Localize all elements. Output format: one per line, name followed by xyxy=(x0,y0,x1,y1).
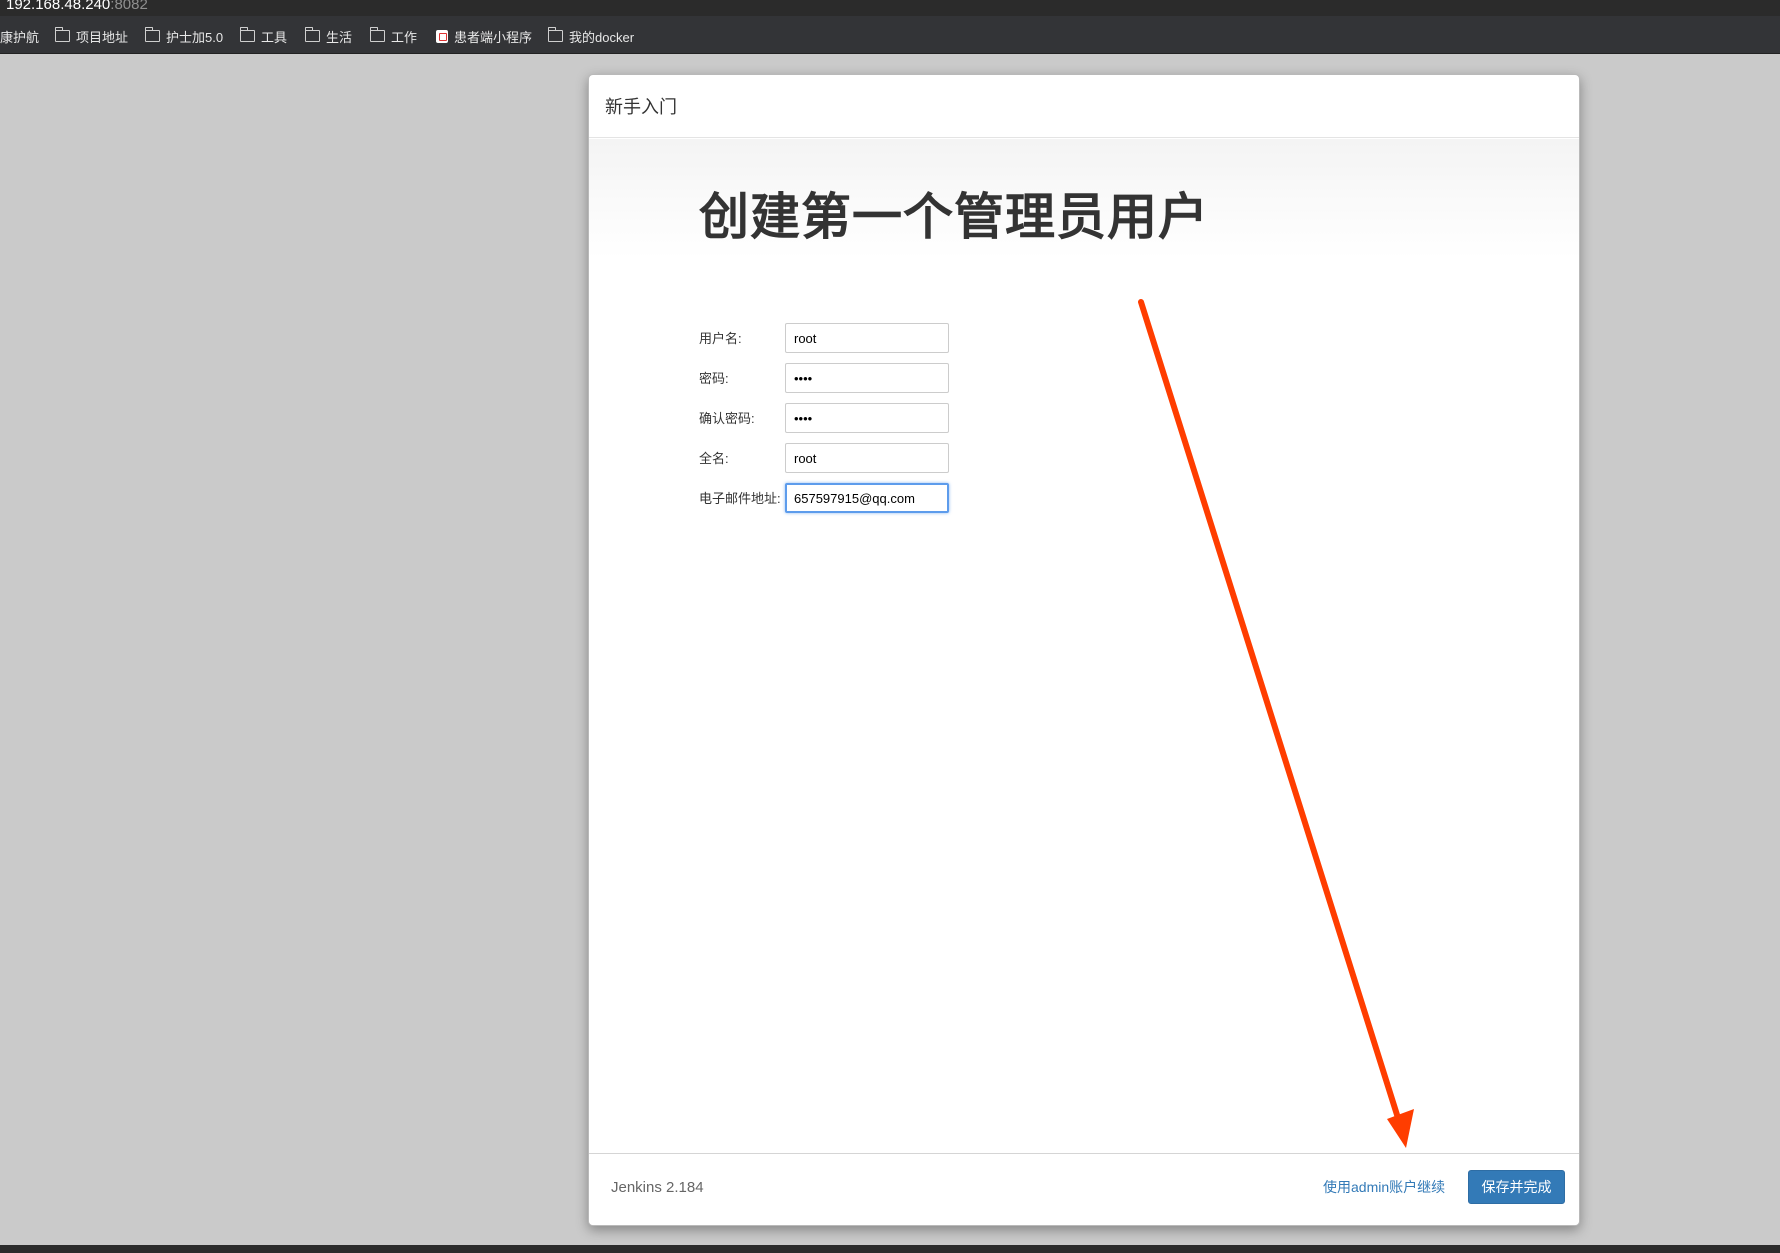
folder-icon xyxy=(144,27,160,42)
bookmark-item[interactable]: 项目地址 xyxy=(54,26,129,46)
password-row: 密码: xyxy=(699,363,1099,393)
page-title: 创建第一个管理员用户 xyxy=(699,189,1209,245)
password-label: 密码: xyxy=(699,371,729,386)
bookmark-label: 项目地址 xyxy=(76,29,129,45)
bookmark-label: 护士加5.0 xyxy=(166,29,224,45)
address-bar[interactable]: 192.168.48.240:8082 xyxy=(0,0,1780,16)
bookmarks-bar: 康护航 项目地址 护士加5.0 工具 生活 工作 患者端小程序 我的docker xyxy=(0,16,1780,54)
folder-icon xyxy=(369,27,385,42)
fullname-label: 全名: xyxy=(699,451,729,466)
bookmark-item[interactable]: 患者端小程序 xyxy=(436,26,532,46)
setup-wizard-dialog: 新手入门 创建第一个管理员用户 用户名: 密码: 确认密码: 全名: 电子邮件地… xyxy=(588,74,1580,1226)
dialog-footer: Jenkins 2.184 使用admin账户继续 保存并完成 xyxy=(589,1155,1579,1225)
taskbar-edge xyxy=(0,1245,1780,1253)
username-row: 用户名: xyxy=(699,323,1099,353)
folder-icon xyxy=(54,27,70,42)
fullname-row: 全名: xyxy=(699,443,1099,473)
bookmark-label: 工作 xyxy=(391,29,418,45)
username-label: 用户名: xyxy=(699,331,742,346)
folder-icon xyxy=(304,27,320,42)
page-icon xyxy=(436,29,448,43)
dialog-title: 新手入门 xyxy=(605,97,677,117)
email-row: 电子邮件地址: xyxy=(699,483,1099,513)
url-text: 192.168.48.240:8082 xyxy=(6,0,148,13)
fullname-input[interactable] xyxy=(785,443,949,473)
folder-icon xyxy=(547,27,563,42)
bookmark-item[interactable]: 我的docker xyxy=(547,26,635,46)
email-label: 电子邮件地址: xyxy=(699,491,781,506)
email-input[interactable] xyxy=(785,483,949,513)
bookmark-item[interactable]: 工具 xyxy=(239,26,288,46)
bookmark-label: 我的docker xyxy=(569,29,635,45)
bookmark-label: 生活 xyxy=(326,29,353,45)
bookmark-item[interactable]: 康护航 xyxy=(0,26,39,46)
confirm-password-row: 确认密码: xyxy=(699,403,1099,433)
bookmark-label: 患者端小程序 xyxy=(454,29,533,45)
dialog-header: 新手入门 xyxy=(589,75,1579,138)
continue-as-admin-link[interactable]: 使用admin账户继续 xyxy=(1323,1177,1445,1197)
confirm-password-input[interactable] xyxy=(785,403,949,433)
dialog-body: 创建第一个管理员用户 用户名: 密码: 确认密码: 全名: 电子邮件地址: xyxy=(589,139,1579,1154)
username-input[interactable] xyxy=(785,323,949,353)
bookmark-item[interactable]: 护士加5.0 xyxy=(144,26,224,46)
bookmark-item[interactable]: 生活 xyxy=(304,26,353,46)
confirm-password-label: 确认密码: xyxy=(699,411,755,426)
save-and-finish-button[interactable]: 保存并完成 xyxy=(1468,1170,1565,1204)
folder-icon xyxy=(239,27,255,42)
bookmark-item[interactable]: 工作 xyxy=(369,26,418,46)
bookmark-label: 康护航 xyxy=(0,29,40,45)
version-label: Jenkins 2.184 xyxy=(611,1179,704,1196)
bookmark-label: 工具 xyxy=(261,29,288,45)
password-input[interactable] xyxy=(785,363,949,393)
